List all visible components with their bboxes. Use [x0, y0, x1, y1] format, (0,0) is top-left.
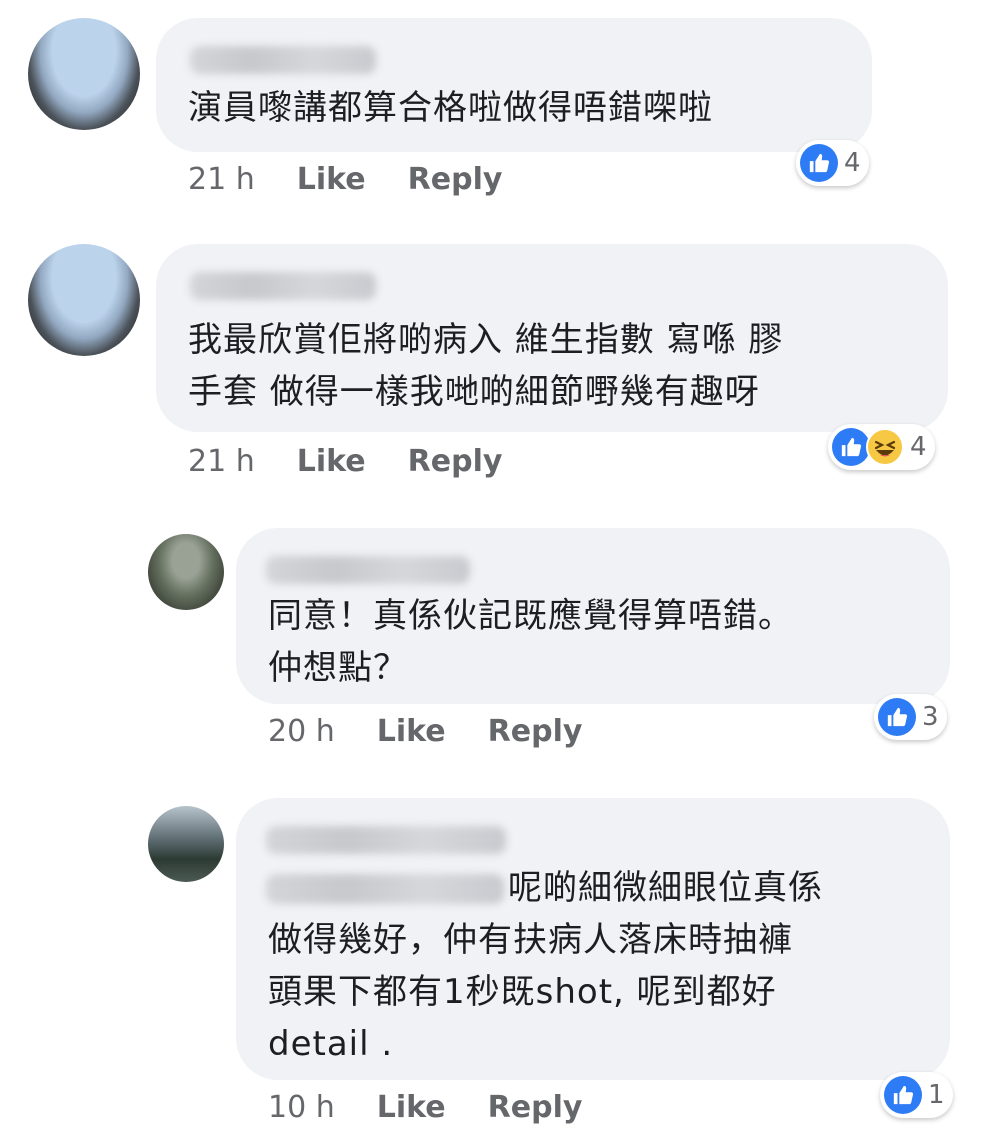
reaction-summary[interactable]: 1: [880, 1072, 953, 1118]
reply-button[interactable]: Reply: [408, 444, 503, 479]
like-button[interactable]: Like: [377, 1090, 446, 1125]
timestamp[interactable]: 20 h: [268, 714, 335, 749]
avatar[interactable]: [148, 534, 224, 610]
reply-button[interactable]: Reply: [488, 714, 583, 749]
like-icon: [832, 428, 870, 466]
reaction-count: 1: [928, 1080, 945, 1110]
avatar[interactable]: [28, 18, 140, 130]
comment-meta: 21 h Like Reply: [188, 444, 502, 479]
like-icon: [800, 144, 838, 182]
reaction-count: 4: [844, 148, 861, 178]
timestamp[interactable]: 21 h: [188, 444, 255, 479]
author-name-redacted[interactable]: [266, 826, 506, 854]
comment-bubble: 同意！真係伙記既應覺得算唔錯。 仲想點？: [236, 528, 950, 704]
like-icon: [884, 1076, 922, 1114]
haha-icon: [866, 428, 904, 466]
reply-button[interactable]: Reply: [488, 1090, 583, 1125]
comment-bubble: 呢啲細微細眼位真係 做得幾好，仲有扶病人落床時抽褲 頭果下都有1秒既shot, …: [236, 798, 950, 1080]
comment-text: 做得幾好，仲有扶病人落床時抽褲 頭果下都有1秒既shot, 呢到都好 detai…: [268, 920, 793, 1064]
reaction-summary[interactable]: 4: [796, 140, 869, 186]
comment-bubble: 我最欣賞佢將啲病入 維生指數 寫喺 膠 手套 做得一樣我哋啲細節嘢幾有趣呀: [156, 244, 948, 432]
reaction-summary[interactable]: 3: [874, 694, 947, 740]
comment-text: 演員嚟講都算合格啦做得唔錯㗎啦: [188, 88, 713, 128]
comment-text: 我最欣賞佢將啲病入 維生指數 寫喺 膠 手套 做得一樣我哋啲細節嘢幾有趣呀: [188, 320, 784, 412]
author-name-redacted[interactable]: [266, 556, 470, 584]
comment-meta: 20 h Like Reply: [268, 714, 582, 749]
like-button[interactable]: Like: [297, 444, 366, 479]
avatar[interactable]: [148, 806, 224, 882]
comment-text: 同意！真係伙記既應覺得算唔錯。 仲想點？: [268, 596, 793, 688]
comment-meta: 10 h Like Reply: [268, 1090, 582, 1125]
like-button[interactable]: Like: [297, 162, 366, 197]
avatar[interactable]: [28, 244, 140, 356]
like-icon: [878, 698, 916, 736]
like-button[interactable]: Like: [377, 714, 446, 749]
comment-meta: 21 h Like Reply: [188, 162, 502, 197]
tagged-user-redacted[interactable]: [266, 874, 504, 904]
comment-bubble: 演員嚟講都算合格啦做得唔錯㗎啦: [156, 18, 872, 152]
author-name-redacted[interactable]: [190, 46, 376, 74]
timestamp[interactable]: 10 h: [268, 1090, 335, 1125]
reaction-count: 4: [910, 432, 927, 462]
reaction-summary[interactable]: 4: [828, 424, 935, 470]
timestamp[interactable]: 21 h: [188, 162, 255, 197]
comment-text-first-line: 呢啲細微細眼位真係: [508, 868, 823, 908]
author-name-redacted[interactable]: [190, 272, 376, 300]
reaction-count: 3: [922, 702, 939, 732]
reply-button[interactable]: Reply: [408, 162, 503, 197]
